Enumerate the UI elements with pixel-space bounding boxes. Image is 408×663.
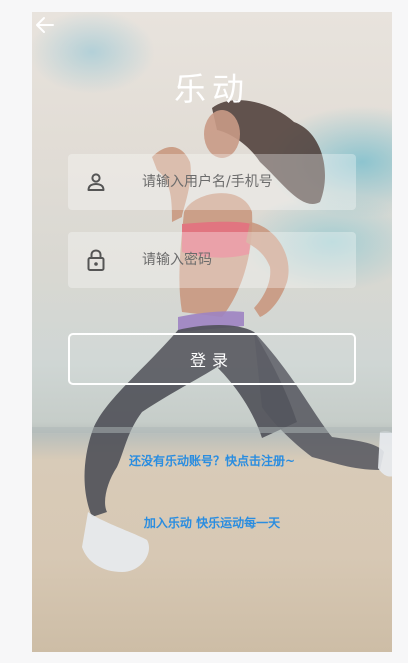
arrow-left-icon [36, 17, 54, 33]
username-input[interactable] [140, 173, 344, 191]
login-screen: 乐动 登录 还没有乐动账号？快点击注册~ 加入乐动 快乐运动每一天 [32, 12, 392, 652]
back-button[interactable] [34, 14, 56, 36]
username-field-wrapper[interactable] [68, 154, 356, 210]
app-title: 乐动 [173, 70, 250, 108]
login-button[interactable]: 登录 [68, 333, 356, 385]
password-input[interactable] [140, 251, 344, 269]
lock-icon [68, 232, 124, 288]
person-icon [68, 154, 124, 210]
password-field-wrapper[interactable] [68, 232, 356, 288]
slogan-text: 加入乐动 快乐运动每一天 [143, 516, 281, 530]
register-link[interactable]: 还没有乐动账号？快点击注册~ [32, 452, 392, 469]
